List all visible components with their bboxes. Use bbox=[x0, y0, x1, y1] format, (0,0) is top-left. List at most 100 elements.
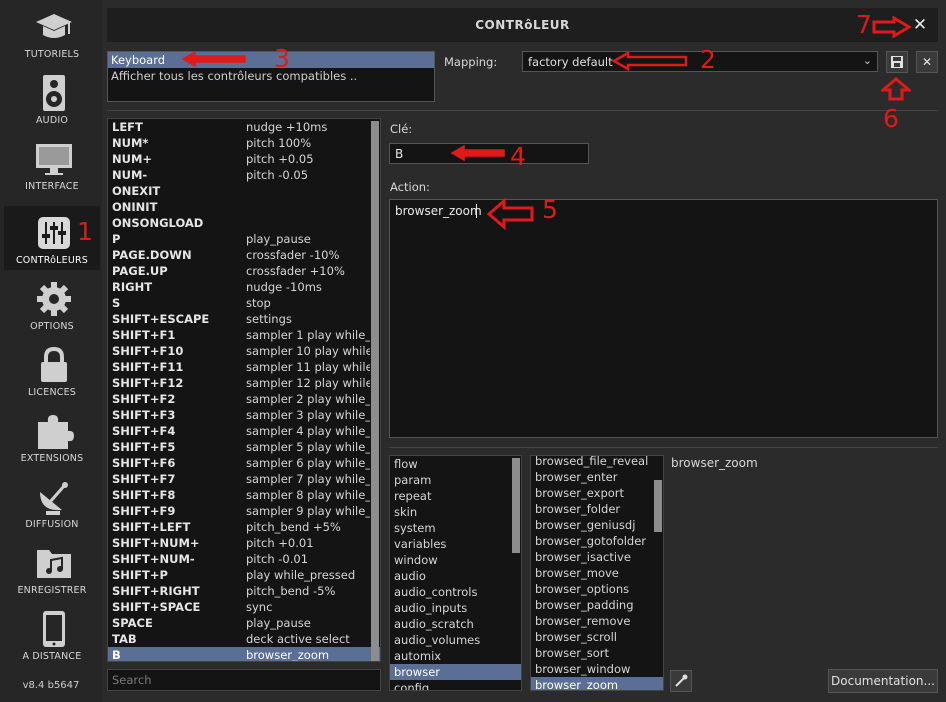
list-item[interactable]: browser_folder bbox=[531, 501, 663, 517]
table-row[interactable]: SHIFT+F3 sampler 3 play while_pressed bbox=[108, 407, 380, 423]
list-item[interactable]: browser_geniusdj bbox=[531, 517, 663, 533]
table-row[interactable]: Pplay_pause bbox=[108, 231, 380, 247]
table-row[interactable]: TAB deck active select bbox=[108, 631, 380, 647]
table-row[interactable]: PAGE.UP crossfader +10% bbox=[108, 263, 380, 279]
sidebar-item-extensions[interactable]: EXTENSIONS bbox=[4, 404, 100, 468]
list-item[interactable]: skin bbox=[390, 504, 521, 520]
list-item[interactable]: audio_inputs bbox=[390, 600, 521, 616]
action-cell: nudge +10ms bbox=[246, 120, 328, 134]
action-cell: sampler 10 play while_pressed bbox=[246, 344, 370, 358]
list-item[interactable]: browser_enter bbox=[531, 469, 663, 485]
key-list-scrollbar[interactable] bbox=[371, 121, 379, 661]
list-item[interactable]: browser_isactive bbox=[531, 549, 663, 565]
table-row[interactable]: SHIFT+F5 sampler 5 play while_pressed bbox=[108, 439, 380, 455]
delete-mapping-button[interactable]: ✕ bbox=[916, 51, 938, 73]
save-mapping-button[interactable] bbox=[886, 51, 908, 73]
list-item[interactable]: variables bbox=[390, 536, 521, 552]
list-item[interactable]: browser_export bbox=[531, 485, 663, 501]
list-item[interactable]: browser_sort bbox=[531, 645, 663, 661]
table-row[interactable]: RIGHT nudge -10ms bbox=[108, 279, 380, 295]
table-row[interactable]: SHIFT+P play while_pressed bbox=[108, 567, 380, 583]
action-textarea[interactable]: browser_zoom bbox=[389, 199, 938, 438]
table-row[interactable]: SHIFT+F4 sampler 4 play while_pressed bbox=[108, 423, 380, 439]
list-item[interactable]: browser bbox=[390, 664, 521, 680]
list-item[interactable]: browser_zoom bbox=[531, 677, 663, 690]
table-row[interactable]: SHIFT+F11 sampler 11 play while_pressed bbox=[108, 359, 380, 375]
table-row[interactable]: SHIFT+F10 sampler 10 play while_pressed bbox=[108, 343, 380, 359]
table-row[interactable]: SHIFT+LEFT pitch_bend +5% bbox=[108, 519, 380, 535]
list-item[interactable]: window bbox=[390, 552, 521, 568]
action-cell: pitch +0.01 bbox=[246, 536, 314, 550]
table-row[interactable]: LEFT nudge +10ms bbox=[108, 119, 380, 135]
list-item[interactable]: browser_remove bbox=[531, 613, 663, 629]
device-item-show-all[interactable]: Afficher tous les contrôleurs compatible… bbox=[108, 68, 434, 84]
list-item[interactable]: flow bbox=[390, 456, 521, 472]
list-item[interactable]: audio_controls bbox=[390, 584, 521, 600]
table-row[interactable]: ONEXIT bbox=[108, 183, 380, 199]
mapping-label: Mapping: bbox=[444, 55, 498, 69]
table-row[interactable]: SHIFT+F2 sampler 2 play while_pressed bbox=[108, 391, 380, 407]
list-item[interactable]: browser_move bbox=[531, 565, 663, 581]
documentation-button[interactable]: Documentation... bbox=[828, 669, 938, 693]
list-item[interactable]: browser_window bbox=[531, 661, 663, 677]
table-row[interactable]: Bbrowser_zoom bbox=[108, 647, 380, 661]
table-row[interactable]: SHIFT+NUM+ pitch +0.01 bbox=[108, 535, 380, 551]
list-item[interactable]: automix bbox=[390, 648, 521, 664]
key-cell: SHIFT+F12 bbox=[112, 376, 184, 390]
function-list[interactable]: browsed_file_reveal browser_enter browser_… bbox=[530, 455, 664, 691]
table-row[interactable]: SHIFT+NUM-pitch -0.01 bbox=[108, 551, 380, 567]
sidebar-item-interface[interactable]: INTERFACE bbox=[4, 132, 100, 196]
sliders-icon bbox=[34, 214, 74, 252]
sidebar-item-licences[interactable]: LICENCES bbox=[4, 338, 100, 402]
table-row[interactable]: SHIFT+F1 sampler 1 play while_pressed bbox=[108, 327, 380, 343]
device-list[interactable]: Keyboard Afficher tous les contrôleurs c… bbox=[107, 51, 435, 102]
function-scrollbar[interactable] bbox=[654, 480, 662, 532]
list-item[interactable]: param bbox=[390, 472, 521, 488]
list-item[interactable]: config bbox=[390, 680, 521, 690]
table-row[interactable]: NUM+ pitch +0.05 bbox=[108, 151, 380, 167]
list-item[interactable]: browser_scroll bbox=[531, 629, 663, 645]
table-row[interactable]: SHIFT+RIGHT pitch_bend -5% bbox=[108, 583, 380, 599]
table-row[interactable]: PAGE.DOWN crossfader -10% bbox=[108, 247, 380, 263]
settings-sidebar: TUTORIELS AUDIO INTERFACE CONTRôLEURS OP… bbox=[0, 0, 102, 702]
table-row[interactable]: NUM-pitch -0.05 bbox=[108, 167, 380, 183]
key-label: Clé: bbox=[390, 122, 413, 136]
sidebar-item-tutoriels[interactable]: TUTORIELS bbox=[4, 0, 100, 64]
list-item[interactable]: browser_padding bbox=[531, 597, 663, 613]
key-mapping-list[interactable]: LEFT nudge +10ms NUM* pitch 100% NUM+ pitch +… bbox=[107, 118, 381, 662]
action-value: browser_zoom bbox=[395, 204, 482, 218]
table-row[interactable]: SHIFT+F9 sampler 9 play while_pressed bbox=[108, 503, 380, 519]
sidebar-item-diffusion[interactable]: DIFFUSION bbox=[4, 470, 100, 534]
search-input[interactable] bbox=[107, 669, 381, 691]
table-row[interactable]: SHIFT+SPACE sync bbox=[108, 599, 380, 615]
table-row[interactable]: ONINIT bbox=[108, 199, 380, 215]
list-item[interactable]: browser_gotofolder bbox=[531, 533, 663, 549]
sidebar-item-enregistrer[interactable]: ENREGISTRER bbox=[4, 536, 100, 600]
sidebar-item-audio[interactable]: AUDIO bbox=[4, 66, 100, 130]
action-cell: sampler 4 play while_pressed bbox=[246, 424, 370, 438]
pick-function-button[interactable] bbox=[670, 670, 692, 692]
table-row[interactable]: Sstop bbox=[108, 295, 380, 311]
close-button[interactable]: ✕ bbox=[910, 15, 930, 35]
table-row[interactable]: SHIFT+F6 sampler 6 play while_pressed bbox=[108, 455, 380, 471]
table-row[interactable]: NUM* pitch 100% bbox=[108, 135, 380, 151]
table-row[interactable]: ONSONGLOAD bbox=[108, 215, 380, 231]
table-row[interactable]: SHIFT+F8 sampler 8 play while_pressed bbox=[108, 487, 380, 503]
list-item[interactable]: audio_scratch bbox=[390, 616, 521, 632]
list-item[interactable]: browser_options bbox=[531, 581, 663, 597]
table-row[interactable]: SPACE play_pause bbox=[108, 615, 380, 631]
device-item-keyboard[interactable]: Keyboard bbox=[108, 52, 434, 68]
category-list[interactable]: flow param repeat skin system variables window… bbox=[389, 455, 522, 691]
list-item[interactable]: browsed_file_reveal bbox=[531, 456, 663, 469]
table-row[interactable]: SHIFT+F12 sampler 12 play while_pressed bbox=[108, 375, 380, 391]
table-row[interactable]: SHIFT+ESCAPE settings bbox=[108, 311, 380, 327]
sidebar-item-options[interactable]: OPTIONS bbox=[4, 272, 100, 336]
list-item[interactable]: repeat bbox=[390, 488, 521, 504]
sidebar-item-a-distance[interactable]: A DISTANCE bbox=[4, 602, 100, 666]
list-item[interactable]: system bbox=[390, 520, 521, 536]
list-item[interactable]: audio bbox=[390, 568, 521, 584]
category-scrollbar[interactable] bbox=[512, 458, 520, 553]
list-item[interactable]: audio_volumes bbox=[390, 632, 521, 648]
table-row[interactable]: SHIFT+F7 sampler 7 play while_pressed bbox=[108, 471, 380, 487]
key-cell: SHIFT+F11 bbox=[112, 360, 184, 374]
